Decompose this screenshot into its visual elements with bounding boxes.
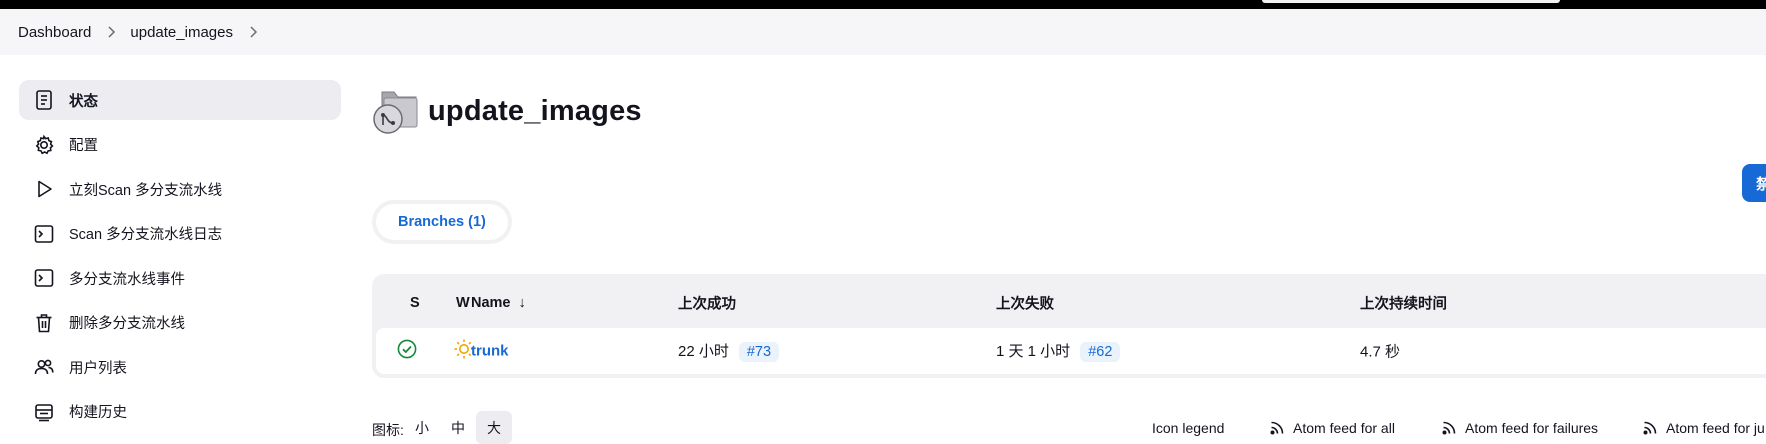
sidebar-item-label: 状态 (69, 93, 98, 110)
icon-legend-link[interactable]: Icon legend (1152, 420, 1224, 436)
build-link[interactable]: #73 (738, 342, 780, 362)
search-box[interactable] (1262, 0, 1560, 3)
icon-size-label: 图标: (372, 422, 404, 438)
column-header-name[interactable]: Name ↓ (471, 295, 526, 311)
last-duration-cell: 4.7 秒 (1360, 343, 1401, 361)
success-check-icon (397, 339, 417, 363)
branches-table: S W Name ↓ 上次成功 上次失败 上次持续时间 trunk 22 小时 #… (372, 274, 1766, 378)
page-title: update_images (428, 94, 642, 127)
tab-bar: Branches (1) (372, 200, 512, 244)
sort-arrow-icon: ↓ (518, 295, 526, 311)
icon-size-large[interactable]: 大 (476, 411, 512, 444)
breadcrumb-update-images[interactable]: update_images (130, 24, 233, 41)
table-row: trunk 22 小时 #73 1 天 1 小时 #62 4.7 秒 (376, 328, 1766, 374)
column-header-last-failure[interactable]: 上次失败 (996, 293, 1054, 314)
terminal-icon (33, 267, 55, 289)
sidebar-item-events[interactable]: 多分支流水线事件 (19, 258, 341, 298)
last-failure-cell: 1 天 1 小时 #62 (996, 340, 1121, 362)
atom-feed-all-label: Atom feed for all (1293, 420, 1395, 436)
disable-button[interactable]: 禁 (1742, 164, 1766, 202)
chevron-right-icon[interactable] (249, 26, 258, 38)
chevron-right-icon[interactable] (107, 26, 116, 38)
breadcrumb-dashboard[interactable]: Dashboard (18, 24, 91, 41)
branch-link[interactable]: trunk (471, 343, 509, 360)
sidebar-item-label: 删除多分支流水线 (69, 316, 185, 332)
sidebar-item-configure[interactable]: 配置 (19, 125, 341, 165)
sidebar-item-status[interactable]: 状态 (19, 80, 341, 120)
icon-legend-label: Icon legend (1152, 420, 1225, 436)
column-header-last-duration[interactable]: 上次持续时间 (1360, 293, 1447, 314)
last-success-time: 22 小时 (678, 343, 729, 360)
sidebar-item-delete[interactable]: 删除多分支流水线 (19, 303, 341, 343)
icon-size-small[interactable]: 小 (404, 411, 440, 444)
atom-feed-latest-link[interactable]: Atom feed for ju (1642, 420, 1765, 436)
top-header-bar (0, 0, 1766, 9)
last-success-cell: 22 小时 #73 (678, 340, 780, 362)
play-icon (33, 178, 55, 200)
history-icon (33, 401, 55, 423)
column-header-s[interactable]: S (410, 295, 420, 311)
sidebar-item-label: 用户列表 (69, 360, 127, 377)
last-failure-time: 1 天 1 小时 (996, 343, 1071, 360)
terminal-icon (33, 223, 55, 245)
sidebar-item-build-history[interactable]: 构建历史 (19, 392, 341, 432)
tab-branches[interactable]: Branches (1) (376, 204, 508, 240)
sidebar: 状态 配置 立刻Scan 多分支流水线 Scan 多分支流水线日志 多分支流水线… (19, 80, 341, 436)
sidebar-item-label: 配置 (69, 138, 98, 154)
sidebar-item-label: 立刻Scan 多分支流水线 (69, 182, 223, 199)
build-link[interactable]: #62 (1080, 342, 1121, 362)
atom-feed-failures-link[interactable]: Atom feed for failures (1441, 420, 1598, 436)
breadcrumb: Dashboard update_images (0, 9, 1766, 55)
rss-icon (1643, 421, 1657, 435)
column-header-name-label: Name (471, 295, 511, 311)
table-header: S W Name ↓ 上次成功 上次失败 上次持续时间 (376, 278, 1766, 328)
atom-feed-latest-label: Atom feed for ju (1666, 420, 1765, 436)
atom-feed-all-link[interactable]: Atom feed for all (1269, 420, 1395, 436)
rss-icon (1270, 421, 1284, 435)
atom-feed-failures-label: Atom feed for failures (1465, 420, 1599, 436)
sidebar-item-label: 构建历史 (69, 405, 127, 421)
sidebar-item-people[interactable]: 用户列表 (19, 347, 341, 387)
table-footer: 图标: 小 中 大 Icon legend Atom feed for all … (372, 411, 1766, 444)
document-icon (33, 89, 55, 111)
multibranch-folder-icon (372, 86, 420, 136)
sidebar-item-label: Scan 多分支流水线日志 (69, 227, 223, 243)
rss-icon (1442, 421, 1456, 435)
column-header-last-success[interactable]: 上次成功 (678, 293, 736, 314)
sidebar-item-scan-log[interactable]: Scan 多分支流水线日志 (19, 214, 341, 254)
column-header-w[interactable]: W (456, 295, 470, 311)
page-header: update_images (372, 86, 642, 136)
sidebar-item-label: 多分支流水线事件 (69, 271, 185, 288)
users-icon (33, 356, 55, 378)
icon-size-medium[interactable]: 中 (440, 411, 476, 444)
sidebar-item-scan-now[interactable]: 立刻Scan 多分支流水线 (19, 169, 341, 209)
gear-icon (33, 134, 55, 156)
trash-icon (33, 312, 55, 334)
